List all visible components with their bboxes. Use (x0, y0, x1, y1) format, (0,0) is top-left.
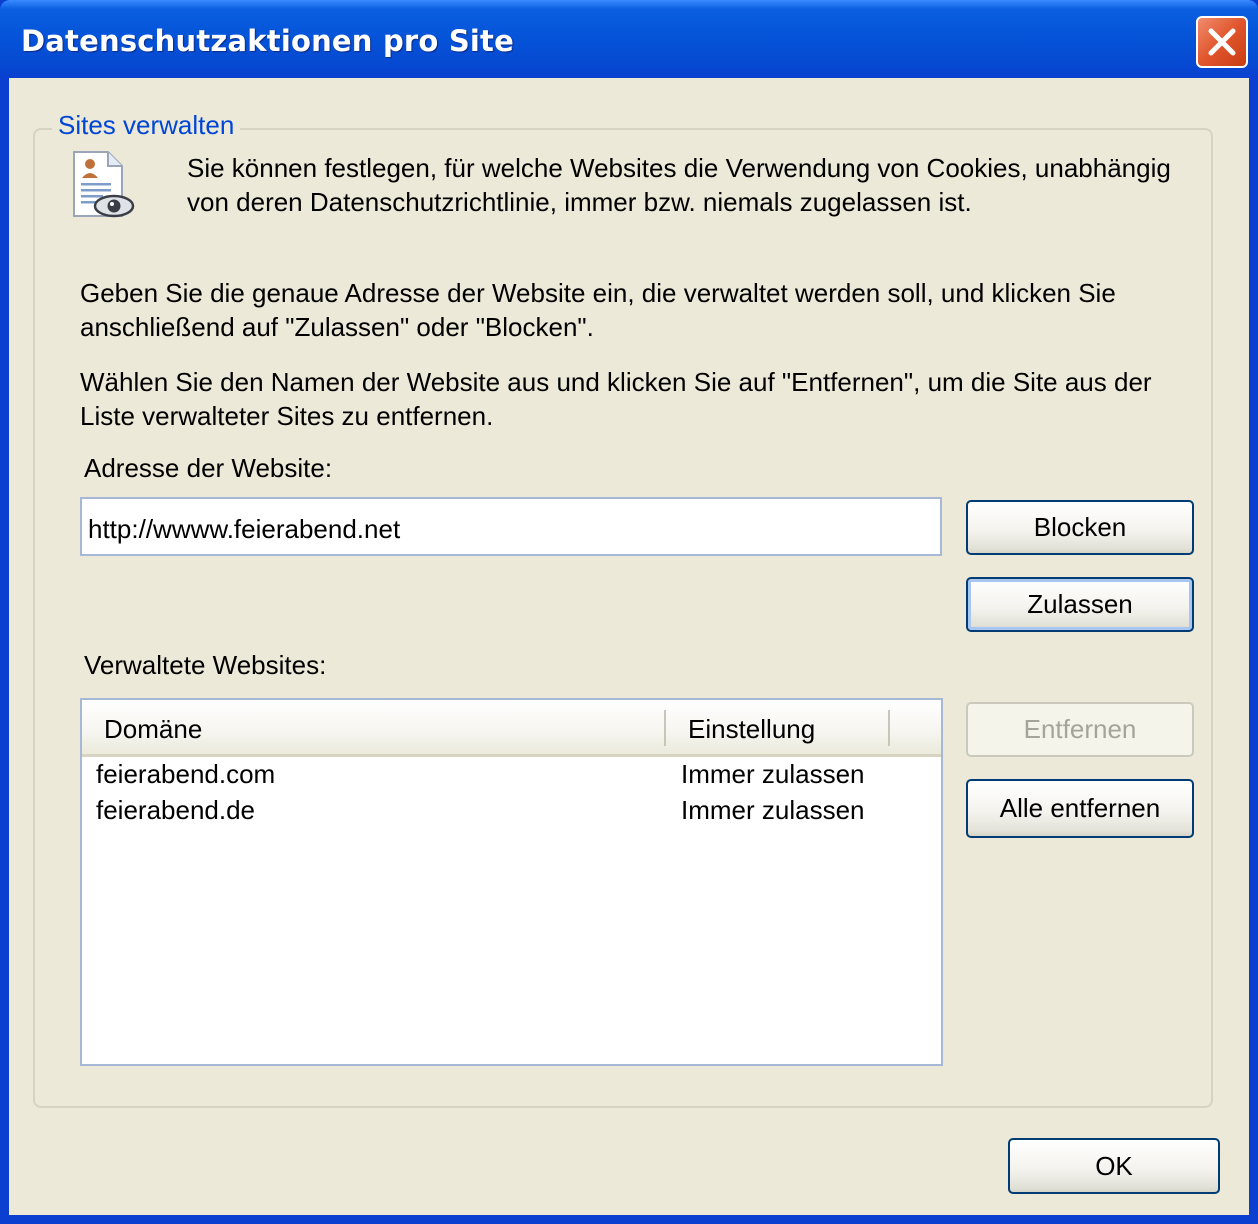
groupbox-legend: Sites verwalten (52, 110, 241, 141)
block-button[interactable]: Blocken (966, 500, 1194, 555)
column-divider[interactable] (664, 710, 666, 746)
close-icon (1208, 28, 1236, 56)
column-divider[interactable] (888, 710, 890, 746)
table-row[interactable]: feierabend.de Immer zulassen (82, 792, 941, 828)
row-setting: Immer zulassen (681, 759, 865, 789)
close-button[interactable] (1196, 16, 1248, 68)
ok-button[interactable]: OK (1008, 1138, 1220, 1194)
instruction-remove-text: Wählen Sie den Namen der Website aus und… (80, 367, 1152, 431)
address-label: Adresse der Website: (84, 453, 333, 483)
instruction-add-text: Geben Sie die genaue Adresse der Website… (80, 278, 1116, 342)
address-input[interactable] (80, 497, 942, 556)
column-header-setting[interactable]: Einstellung (688, 700, 815, 754)
window-title: Datenschutzaktionen pro Site (21, 24, 514, 58)
description-text: Sie können festlegen, für welche Website… (187, 153, 1171, 217)
remove-all-button[interactable]: Alle entfernen (966, 779, 1194, 838)
row-domain: feierabend.com (96, 759, 276, 789)
list-header: Domäne Einstellung (82, 700, 941, 757)
allow-button[interactable]: Zulassen (966, 577, 1194, 632)
privacy-report-icon (73, 151, 135, 218)
row-domain: feierabend.de (96, 795, 256, 825)
column-header-domain[interactable]: Domäne (104, 700, 202, 754)
title-bar[interactable]: Datenschutzaktionen pro Site (0, 0, 1258, 78)
managed-sites-label: Verwaltete Websites: (84, 650, 327, 680)
remove-button[interactable]: Entfernen (966, 702, 1194, 757)
managed-sites-list[interactable]: Domäne Einstellung feierabend.com Immer … (80, 698, 943, 1066)
row-setting: Immer zulassen (681, 795, 865, 825)
table-row[interactable]: feierabend.com Immer zulassen (82, 756, 941, 792)
